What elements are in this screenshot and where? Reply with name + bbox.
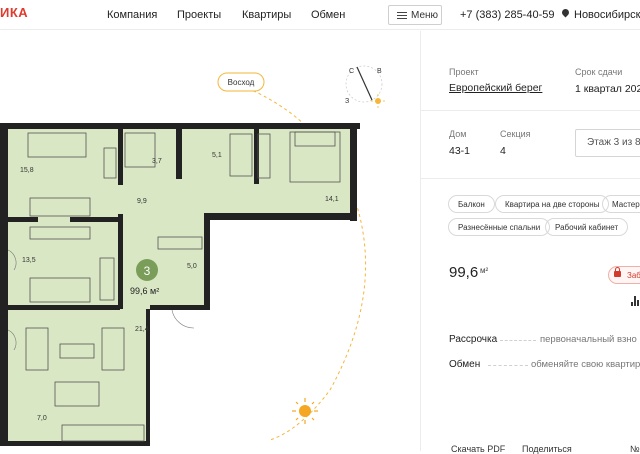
section-label: Секция	[500, 129, 531, 139]
project-link[interactable]: Европейский берег	[449, 82, 542, 94]
chart-bars-icon[interactable]	[631, 296, 640, 306]
download-pdf-link[interactable]: Скачать PDF	[451, 444, 505, 454]
nav-apartments[interactable]: Квартиры	[242, 9, 291, 21]
room-area-label: 5,1	[212, 152, 222, 159]
total-area-label: 99,6 м²	[130, 286, 159, 296]
separator	[420, 110, 640, 111]
compass-east: В	[377, 68, 382, 75]
room-area-label: 9,9	[137, 198, 147, 205]
floor-selector[interactable]: Этаж 3 из 8	[575, 129, 640, 157]
small-sun-icon	[371, 94, 385, 108]
apartment-area: 99,6	[449, 264, 479, 281]
deadline-label: Срок сдачи	[575, 67, 623, 77]
room-area-label: 3,7	[152, 158, 162, 165]
location-pin-icon	[560, 7, 571, 18]
book-button[interactable]: Заб	[608, 266, 640, 284]
panel-divider	[420, 31, 421, 451]
room-area-label: 7,0	[37, 415, 47, 422]
feature-tag[interactable]: Мастер-	[602, 195, 640, 213]
share-link[interactable]: Поделиться	[522, 444, 572, 454]
installment-value: первоначальный взно	[540, 334, 637, 345]
compass-south: З	[345, 98, 349, 105]
sunrise-label: Восход	[228, 78, 255, 87]
hamburger-icon	[397, 12, 407, 19]
apartment-number: № 1	[630, 444, 640, 454]
top-header: ИКА Компания Проекты Квартиры Обмен Меню…	[0, 0, 640, 30]
section-value: 4	[500, 145, 506, 157]
feature-tag[interactable]: Квартира на две стороны	[495, 195, 610, 213]
city-selector[interactable]: Новосибирск	[574, 9, 640, 21]
sun-icon	[292, 398, 318, 424]
menu-label: Меню	[411, 10, 439, 21]
rooms-count: 3	[144, 264, 151, 278]
room-area-label: 5,0	[187, 263, 197, 270]
house-label: Дом	[449, 129, 467, 139]
lock-icon	[614, 267, 621, 277]
room-area-label: 21,4	[135, 326, 149, 333]
nav-projects[interactable]: Проекты	[177, 9, 221, 21]
feature-tag[interactable]: Разнесённые спальни	[448, 218, 551, 236]
exchange-label[interactable]: Обмен	[449, 359, 480, 370]
feature-tag[interactable]: Рабочий кабинет	[545, 218, 629, 236]
separator	[420, 178, 640, 179]
room-area-label: 13,5	[22, 257, 36, 264]
compass-north: С	[349, 68, 354, 75]
area-unit: м²	[480, 266, 489, 275]
company-logo[interactable]: ИКА	[0, 5, 28, 20]
nav-exchange[interactable]: Обмен	[311, 9, 345, 21]
floor-plan-drawing: Восход С В З 15,8 3,7 5,1 14,1 9,9 13,5 …	[0, 65, 385, 446]
room-area-label: 14,1	[325, 196, 339, 203]
dotted-leader	[500, 340, 536, 341]
floor-plan: Восход С В З 15,8 3,7 5,1 14,1 9,9 13,5 …	[0, 31, 420, 451]
installment-label[interactable]: Рассрочка	[449, 334, 497, 345]
menu-button[interactable]: Меню	[388, 5, 442, 25]
project-label: Проект	[449, 67, 479, 77]
phone-link[interactable]: +7 (383) 285-40-59	[460, 9, 554, 21]
exchange-value: обменяйте свою квартир	[531, 359, 640, 370]
dotted-leader	[488, 365, 528, 366]
nav-company[interactable]: Компания	[107, 9, 157, 21]
deadline-value: 1 квартал 2024	[575, 83, 640, 95]
feature-tag[interactable]: Балкон	[448, 195, 495, 213]
room-area-label: 15,8	[20, 167, 34, 174]
house-value: 43-1	[449, 145, 471, 157]
